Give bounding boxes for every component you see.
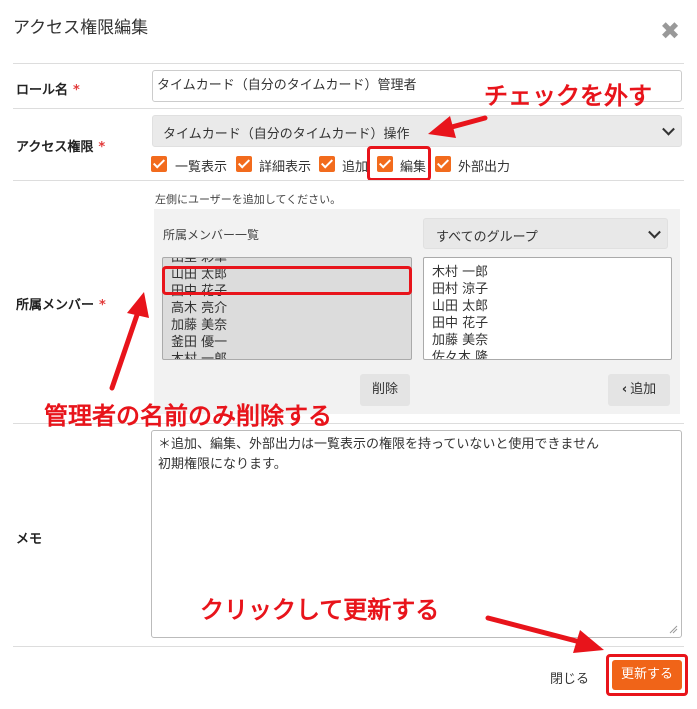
annotation-arrows — [109, 115, 604, 653]
arrow-icon — [485, 615, 604, 653]
arrow-icon — [428, 115, 488, 138]
arrow-icon — [109, 292, 149, 391]
